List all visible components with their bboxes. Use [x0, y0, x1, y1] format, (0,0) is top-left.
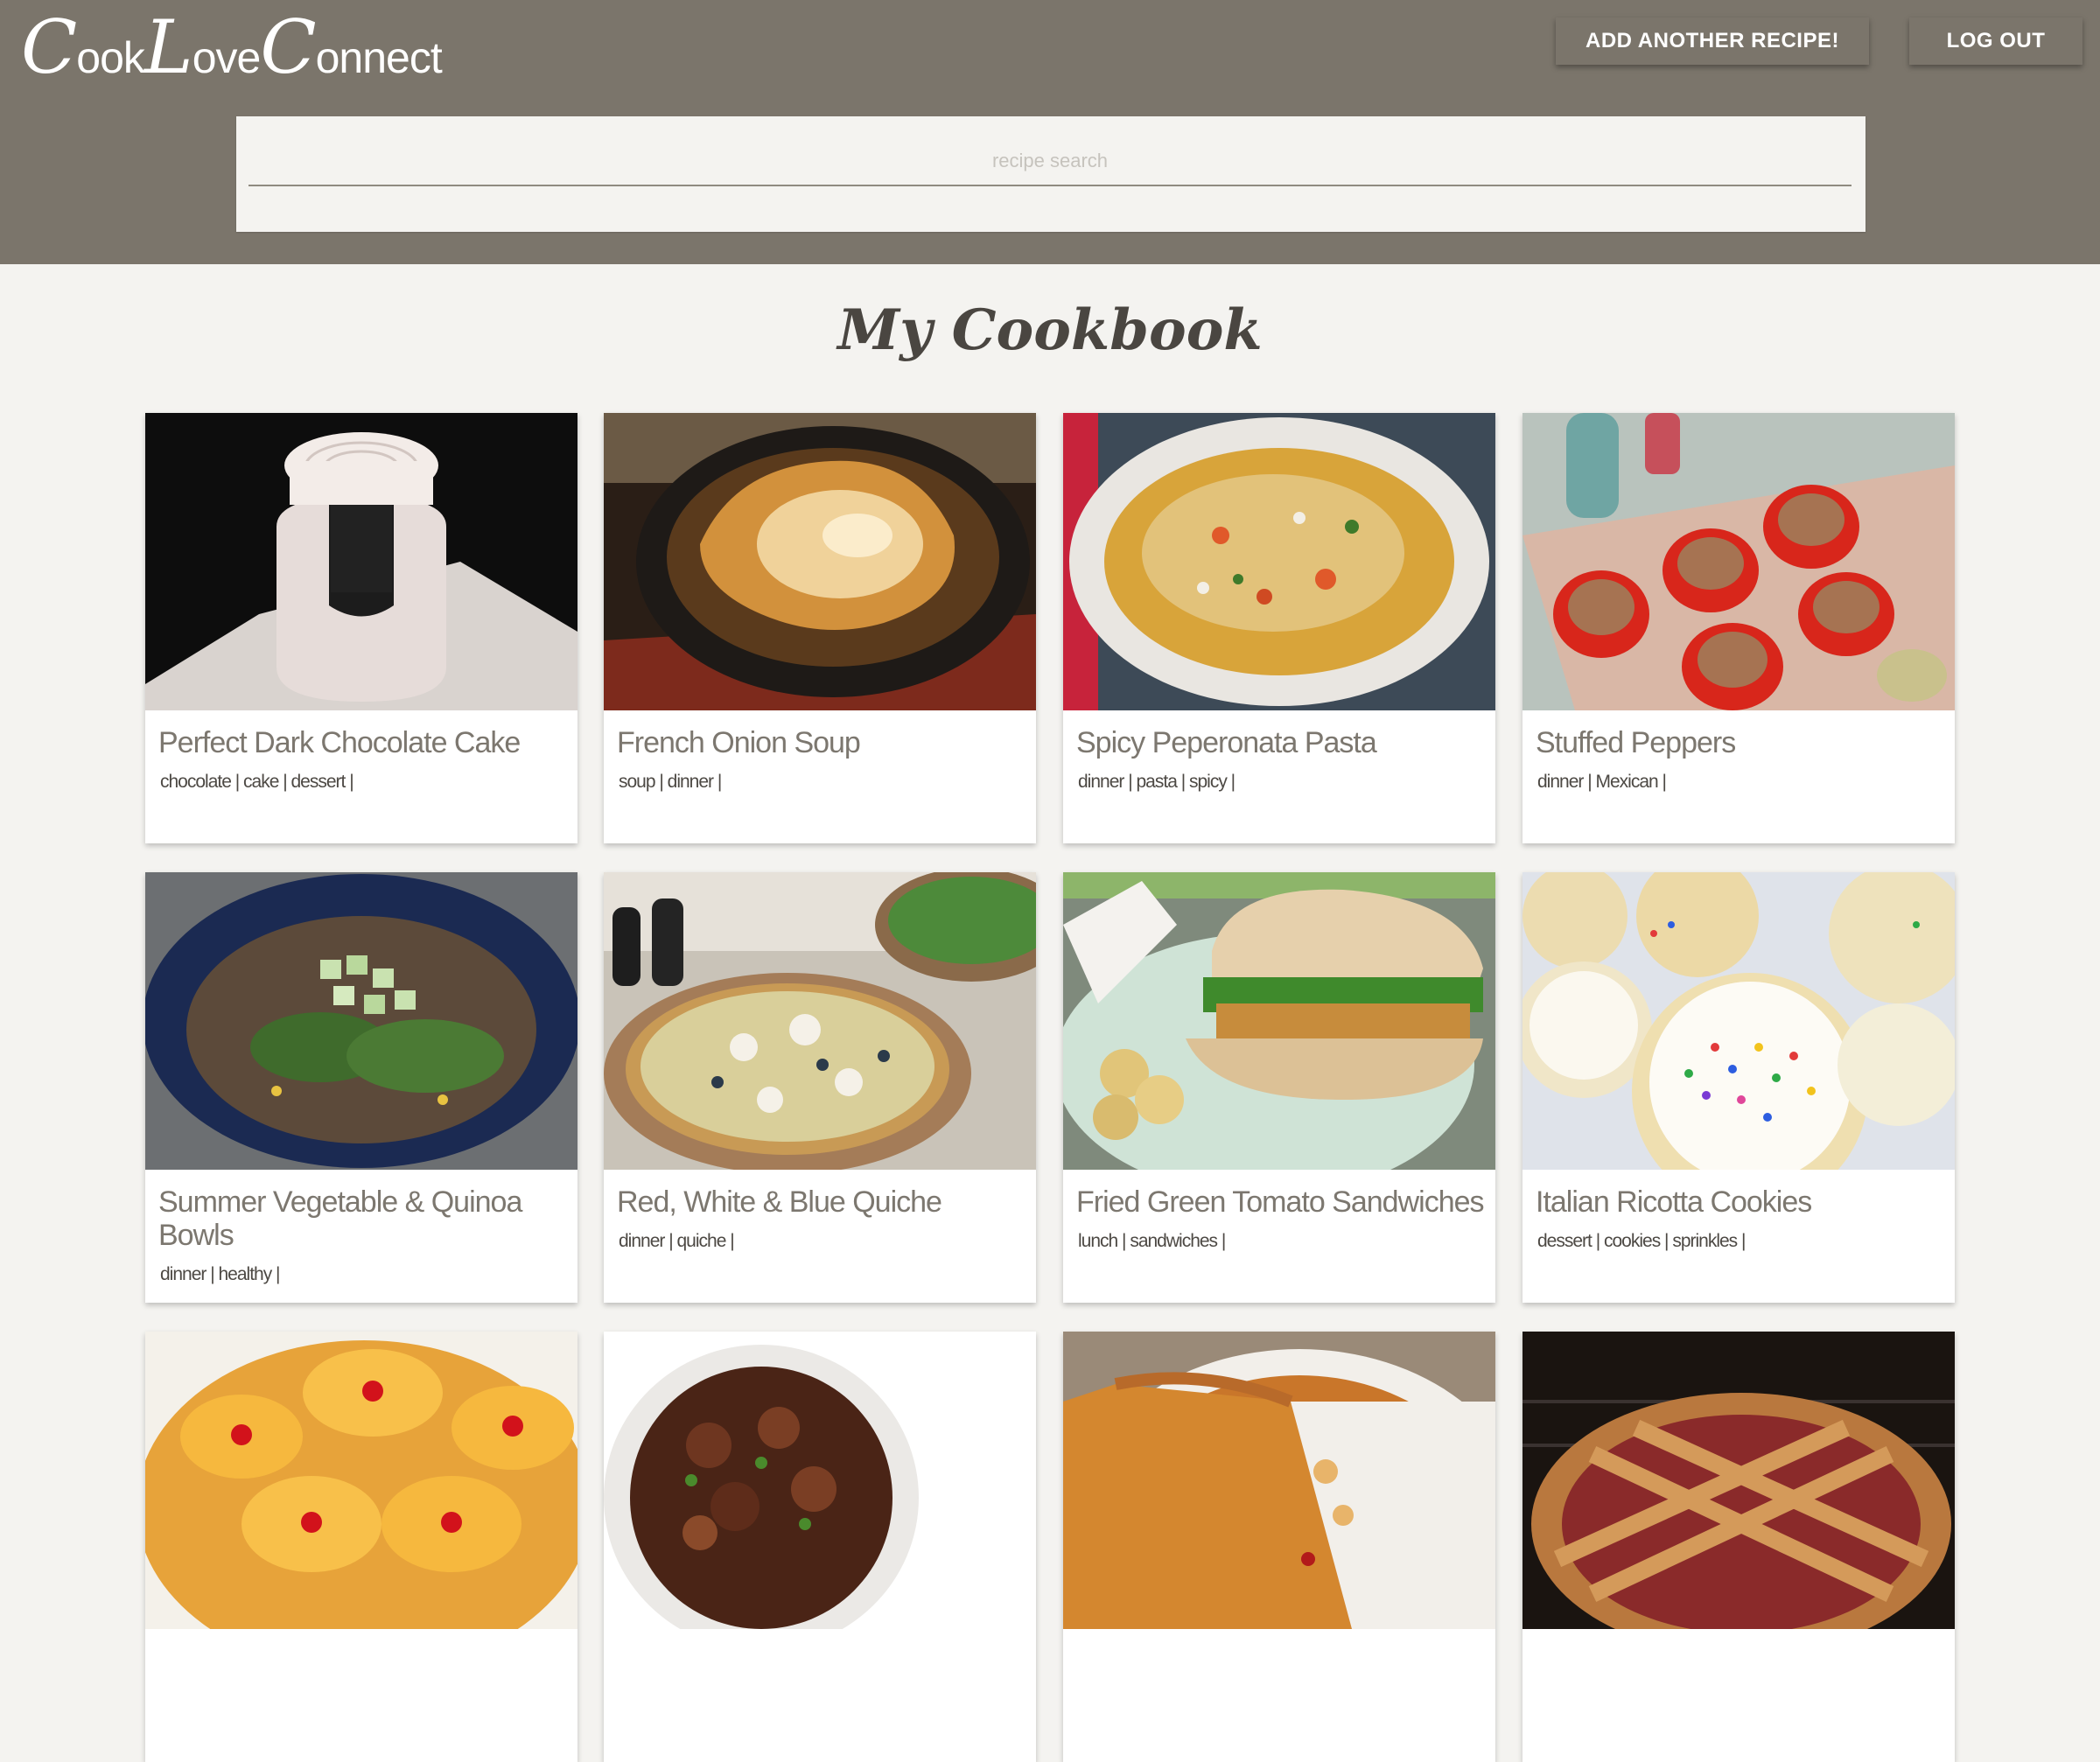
recipe-card[interactable] [604, 1332, 1036, 1762]
recipe-card[interactable]: Italian Ricotta Cookies dessert | cookie… [1522, 872, 1955, 1303]
recipe-image-chocolate-cake [145, 413, 578, 710]
recipe-title[interactable]: Red, White & Blue Quiche [617, 1185, 1025, 1219]
recipe-card[interactable]: Fried Green Tomato Sandwiches lunch | sa… [1063, 872, 1495, 1303]
recipe-title[interactable]: Fried Green Tomato Sandwiches [1076, 1185, 1485, 1219]
recipe-image-ricotta-cookies [1522, 872, 1955, 1170]
recipe-tags: chocolate | cake | dessert | [160, 772, 354, 792]
recipe-card[interactable]: Spicy Peperonata Pasta dinner | pasta | … [1063, 413, 1495, 843]
recipe-image-tomato-sandwiches [1063, 872, 1495, 1170]
recipe-tags: dinner | healthy | [160, 1264, 281, 1284]
recipe-card[interactable] [145, 1332, 578, 1762]
recipe-title[interactable]: Italian Ricotta Cookies [1536, 1185, 1943, 1219]
recipe-grid: Perfect Dark Chocolate Cake chocolate | … [0, 0, 2100, 1762]
recipe-tags: dinner | Mexican | [1537, 772, 1667, 792]
recipe-title[interactable]: French Onion Soup [617, 726, 1025, 759]
recipe-image-onion-soup [604, 413, 1036, 710]
recipe-image-quinoa-bowls [145, 872, 578, 1170]
recipe-card[interactable]: Stuffed Peppers dinner | Mexican | [1522, 413, 1955, 843]
recipe-tags: dessert | cookies | sprinkles | [1537, 1231, 1746, 1251]
recipe-card[interactable] [1063, 1332, 1495, 1762]
recipe-title[interactable]: Spicy Peperonata Pasta [1076, 726, 1484, 759]
recipe-card[interactable]: Red, White & Blue Quiche dinner | quiche… [604, 872, 1036, 1303]
recipe-card[interactable]: Summer Vegetable & Quinoa Bowls dinner |… [145, 872, 578, 1303]
recipe-tags: dinner | pasta | spicy | [1078, 772, 1236, 792]
recipe-card[interactable]: Perfect Dark Chocolate Cake chocolate | … [145, 413, 578, 843]
recipe-image-pineapple-cake [145, 1332, 578, 1629]
recipe-tags: soup | dinner | [619, 772, 722, 792]
recipe-image-lattice-pie [1522, 1332, 1955, 1629]
recipe-tags: lunch | sandwiches | [1078, 1231, 1226, 1251]
recipe-tags: dinner | quiche | [619, 1231, 735, 1251]
recipe-image-pumpkin-pie [1063, 1332, 1495, 1629]
recipe-image-peperonata-pasta [1063, 413, 1495, 710]
recipe-image-quiche [604, 872, 1036, 1170]
recipe-card[interactable] [1522, 1332, 1955, 1762]
recipe-image-stew [604, 1332, 1036, 1629]
recipe-card[interactable]: French Onion Soup soup | dinner | [604, 413, 1036, 843]
recipe-title[interactable]: Summer Vegetable & Quinoa Bowls [158, 1185, 566, 1252]
recipe-image-stuffed-peppers [1522, 413, 1955, 710]
recipe-title[interactable]: Perfect Dark Chocolate Cake [158, 726, 566, 759]
recipe-title[interactable]: Stuffed Peppers [1536, 726, 1943, 759]
